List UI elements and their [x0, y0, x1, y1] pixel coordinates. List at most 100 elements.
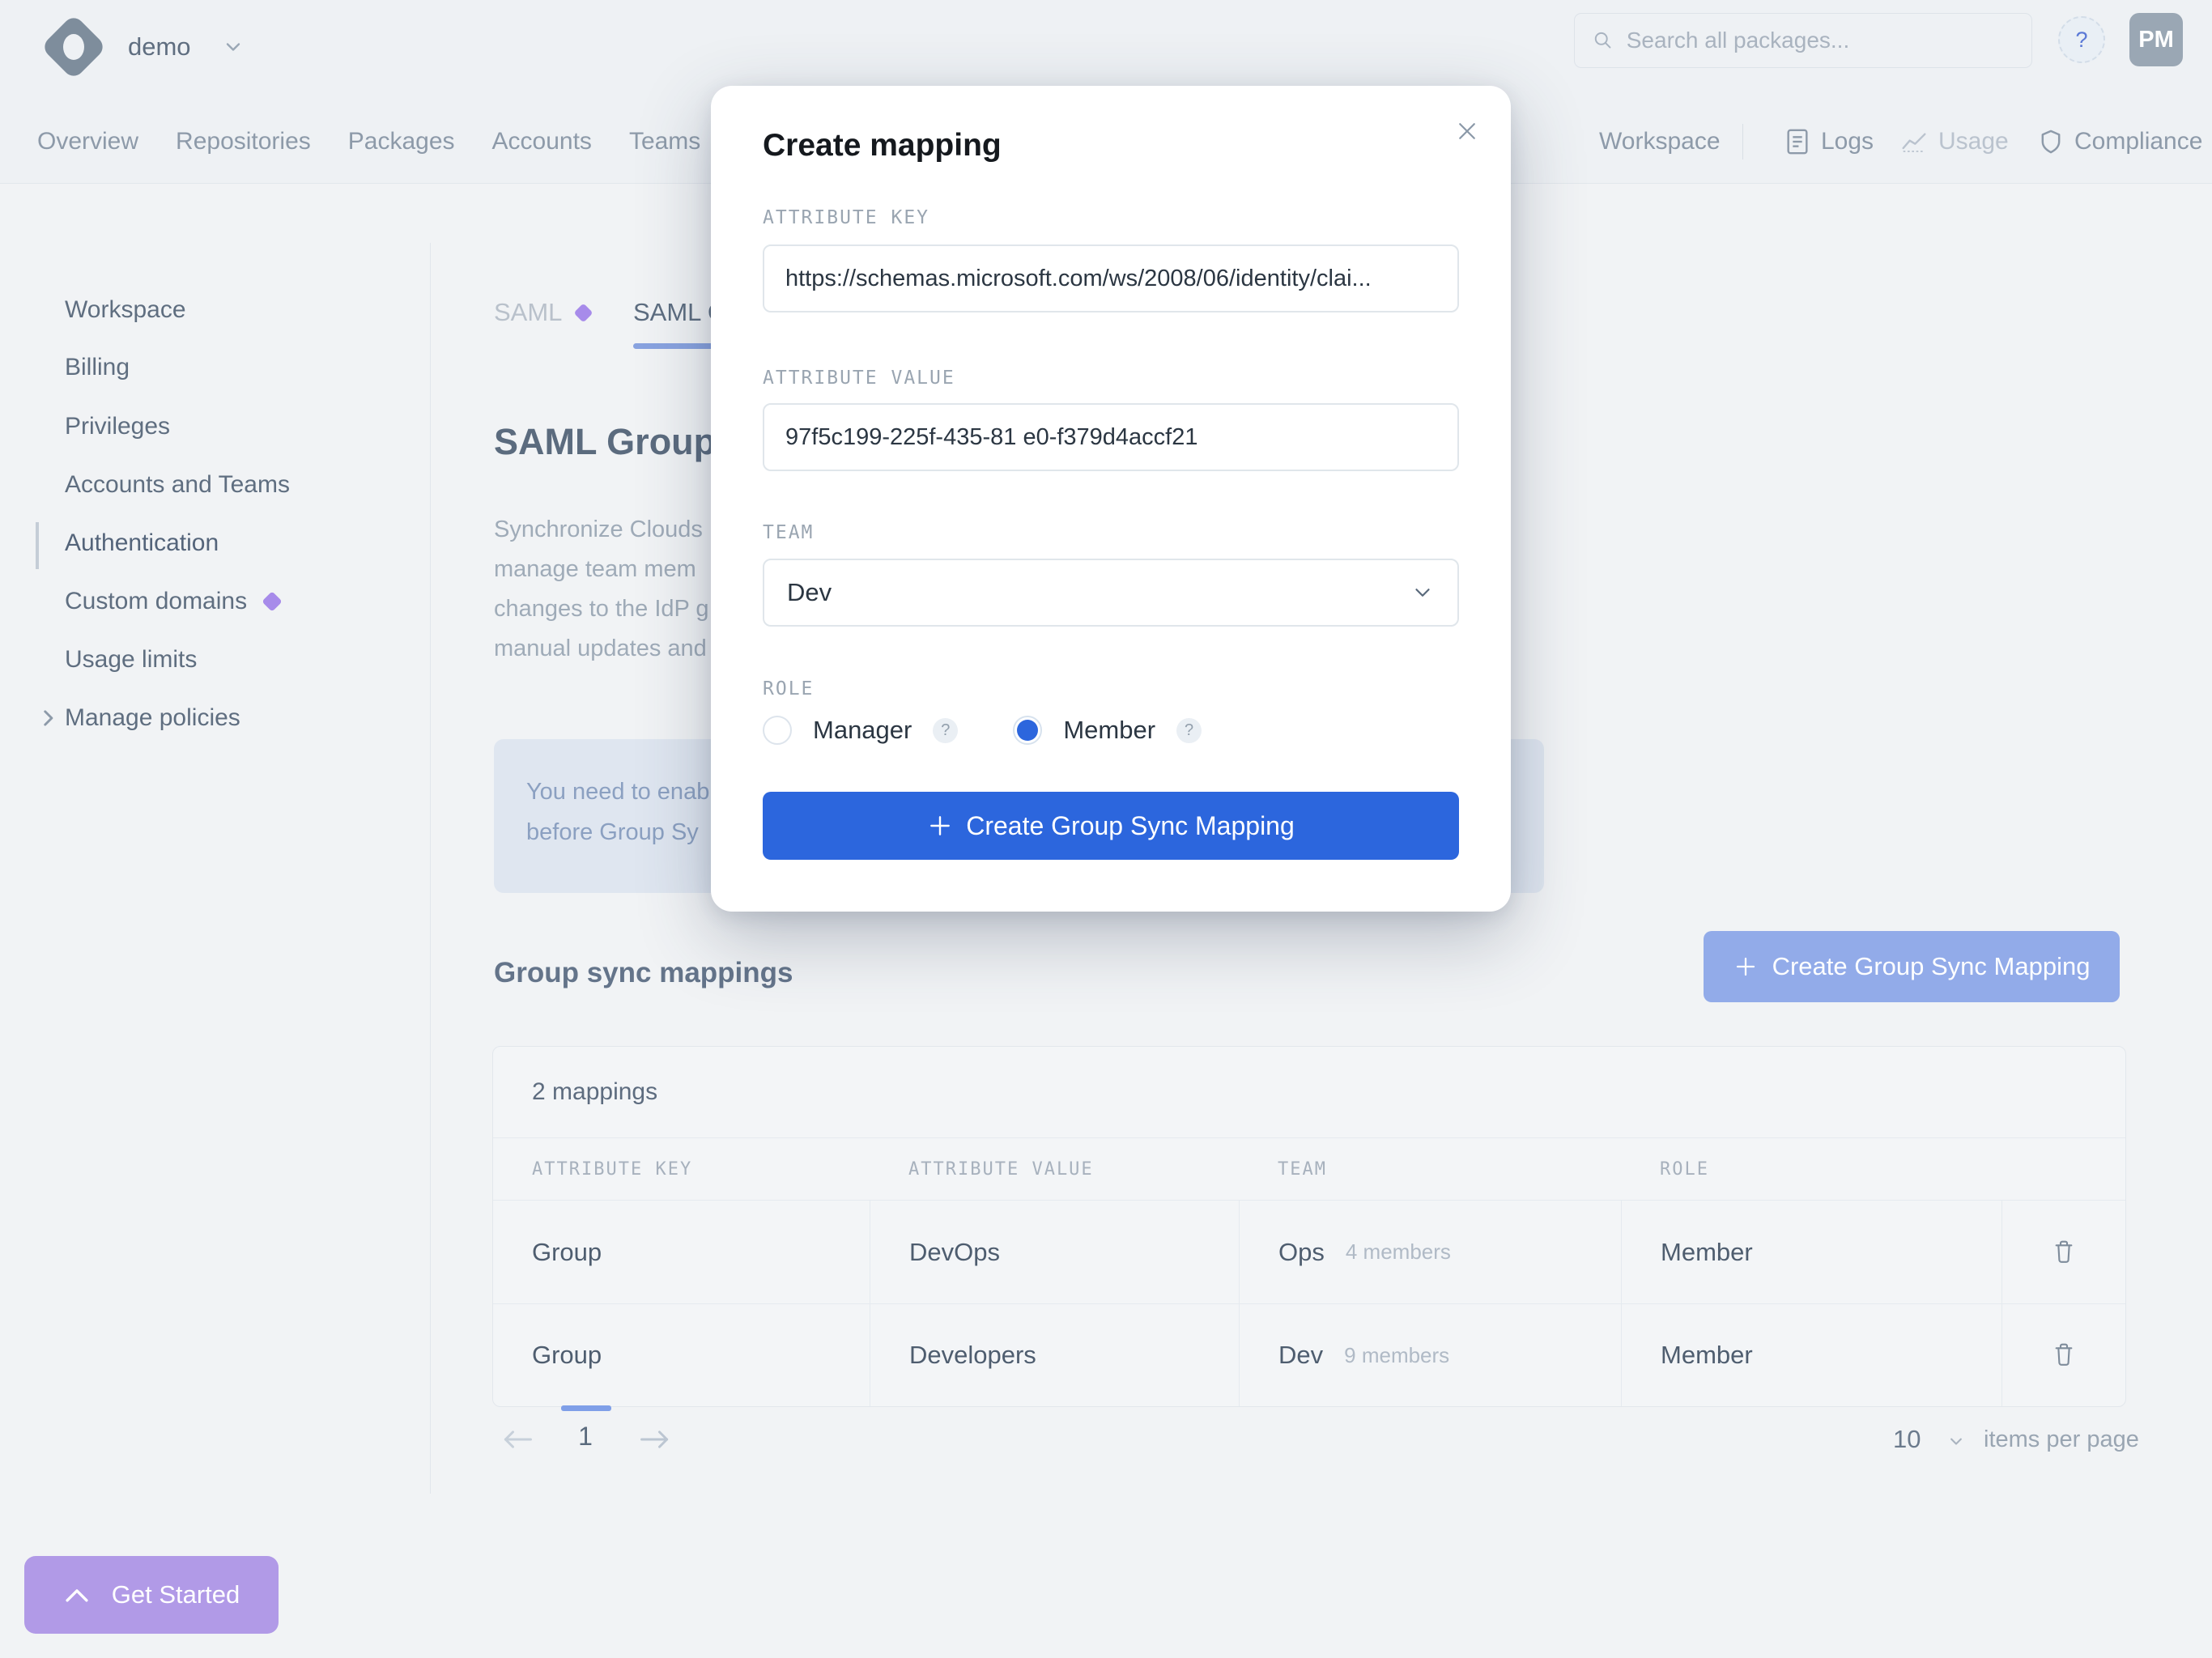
cell-team: Ops 4 members — [1239, 1201, 1621, 1303]
search-input[interactable] — [1627, 28, 2014, 53]
arrow-right-icon — [637, 1426, 673, 1452]
help-button[interactable]: ? — [2058, 16, 2105, 63]
column-header: TEAM — [1239, 1159, 1621, 1180]
nav-item-usage[interactable]: Usage — [1901, 101, 2009, 182]
create-group-sync-mapping-button[interactable]: Create Group Sync Mapping — [1704, 931, 2120, 1002]
premium-diamond-icon — [262, 591, 282, 611]
chevron-down-icon[interactable] — [1945, 1430, 1967, 1452]
modal-title: Create mapping — [763, 128, 1002, 164]
nav-item-repositories[interactable]: Repositories — [176, 128, 311, 155]
create-mapping-modal: Create mapping ATTRIBUTE KEY ATTRIBUTE V… — [711, 86, 1511, 912]
team-label: TEAM — [763, 522, 814, 543]
plus-icon — [1733, 954, 1758, 979]
radio-manager-label: Manager — [813, 716, 912, 745]
delete-mapping-button[interactable] — [2001, 1304, 2125, 1406]
attribute-value-input[interactable] — [763, 403, 1459, 471]
page-description: Synchronize Clouds manage team mem chang… — [494, 510, 713, 669]
role-label: ROLE — [763, 678, 814, 699]
active-tab-underline — [633, 343, 711, 349]
nav-divider — [1742, 124, 1743, 159]
attribute-key-label: ATTRIBUTE KEY — [763, 207, 929, 228]
chevron-right-icon — [39, 708, 57, 729]
radio-member-label: Member — [1063, 716, 1155, 745]
create-group-sync-mapping-submit[interactable]: Create Group Sync Mapping — [763, 792, 1459, 860]
global-search[interactable] — [1574, 13, 2032, 68]
cell-attribute-key: Group — [493, 1201, 870, 1303]
mappings-count: 2 mappings — [493, 1047, 2125, 1138]
sidebar-divider — [430, 243, 431, 1494]
team-select[interactable]: Dev — [763, 559, 1459, 627]
tab-saml[interactable]: SAML — [494, 298, 562, 327]
cell-role: Member — [1621, 1304, 2001, 1406]
primary-nav: Overview Repositories Packages Accounts … — [37, 101, 700, 182]
nav-item-teams[interactable]: Teams — [629, 128, 700, 155]
cell-role: Member — [1621, 1201, 2001, 1303]
sidebar-item-custom-domains[interactable]: Custom domains — [65, 588, 279, 615]
nav-item-packages[interactable]: Packages — [348, 128, 455, 155]
arrow-left-icon — [500, 1426, 535, 1452]
search-icon — [1593, 29, 1614, 52]
sidebar-item-workspace[interactable]: Workspace — [65, 296, 186, 324]
warning-text: You need to enab before Group Sy — [526, 772, 716, 852]
org-switcher[interactable]: demo — [50, 21, 245, 73]
sidebar-item-manage-policies[interactable]: Manage policies — [65, 704, 240, 732]
manager-help-icon[interactable]: ? — [933, 718, 958, 743]
team-select-value: Dev — [787, 578, 832, 607]
column-header: ATTRIBUTE VALUE — [870, 1159, 1239, 1180]
user-avatar[interactable]: PM — [2129, 13, 2183, 66]
sidebar-item-billing[interactable]: Billing — [65, 354, 130, 381]
radio-member[interactable] — [1013, 716, 1042, 745]
column-header: ATTRIBUTE KEY — [493, 1159, 870, 1180]
chevron-up-icon — [63, 1585, 91, 1605]
pagination-next-button[interactable] — [636, 1423, 674, 1456]
cell-attribute-value: Developers — [870, 1304, 1239, 1406]
nav-item-overview[interactable]: Overview — [37, 128, 138, 155]
pagination-prev-button[interactable] — [499, 1423, 536, 1456]
items-per-page-select[interactable]: 10 — [1893, 1425, 1921, 1454]
cell-team: Dev 9 members — [1239, 1304, 1621, 1406]
tab-saml-group-sync[interactable]: SAML G — [633, 298, 711, 327]
sidebar-item-authentication[interactable]: Authentication — [65, 529, 219, 557]
pagination-page-1[interactable]: 1 — [569, 1422, 602, 1452]
items-per-page-label: items per page — [1984, 1426, 2139, 1453]
attribute-key-input[interactable] — [763, 244, 1459, 312]
get-started-button[interactable]: Get Started — [24, 1556, 279, 1634]
sidebar-active-indicator — [36, 522, 39, 569]
nav-item-compliance[interactable]: Compliance — [2039, 101, 2202, 182]
table-row: Group DevOps Ops 4 members Member — [493, 1201, 2125, 1303]
nav-item-accounts[interactable]: Accounts — [492, 128, 592, 155]
active-page-indicator — [561, 1405, 611, 1411]
sidebar-item-accounts-teams[interactable]: Accounts and Teams — [65, 471, 290, 499]
trash-icon — [2051, 1341, 2077, 1370]
logs-icon — [1785, 128, 1810, 155]
help-question-icon: ? — [2075, 28, 2087, 53]
close-button[interactable] — [1448, 112, 1487, 151]
plus-icon — [927, 813, 953, 839]
usage-chart-icon — [1901, 130, 1927, 153]
team-member-count: 9 members — [1344, 1343, 1449, 1368]
table-row: Group Developers Dev 9 members Member — [493, 1303, 2125, 1406]
compliance-shield-icon — [2039, 129, 2063, 155]
premium-diamond-icon — [573, 303, 593, 322]
app-root: demo Overview Repositories Packages Acco… — [0, 0, 2212, 1658]
org-name: demo — [128, 32, 191, 62]
workspace-label: Workspace — [1599, 101, 1721, 182]
member-help-icon[interactable]: ? — [1176, 718, 1202, 743]
role-options: Manager ? Member ? — [763, 706, 1202, 755]
chevron-down-icon — [222, 36, 245, 58]
page-title: SAML Group — [494, 421, 711, 463]
cell-attribute-value: DevOps — [870, 1201, 1239, 1303]
attribute-value-label: ATTRIBUTE VALUE — [763, 368, 955, 389]
delete-mapping-button[interactable] — [2001, 1201, 2125, 1303]
radio-manager[interactable] — [763, 716, 792, 745]
close-icon — [1455, 119, 1479, 143]
chevron-down-icon — [1410, 580, 1435, 605]
sidebar-item-privileges[interactable]: Privileges — [65, 413, 170, 440]
nav-item-logs[interactable]: Logs — [1785, 101, 1874, 182]
mappings-table: 2 mappings ATTRIBUTE KEY ATTRIBUTE VALUE… — [492, 1046, 2126, 1407]
cell-attribute-key: Group — [493, 1304, 870, 1406]
table-header-row: ATTRIBUTE KEY ATTRIBUTE VALUE TEAM ROLE — [493, 1138, 2125, 1201]
app-logo-icon — [40, 14, 107, 80]
sidebar-item-usage-limits[interactable]: Usage limits — [65, 646, 197, 674]
team-member-count: 4 members — [1346, 1239, 1451, 1265]
